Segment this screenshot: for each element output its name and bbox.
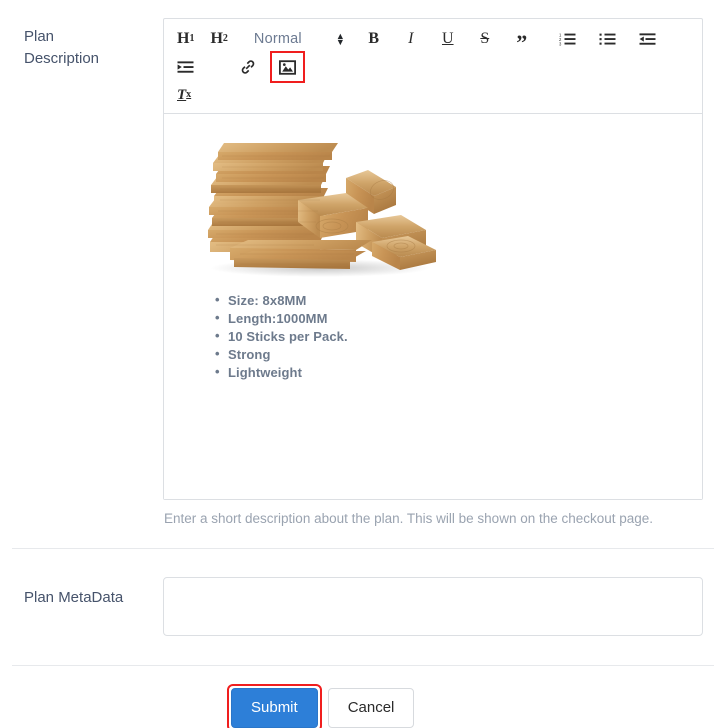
section-divider-2	[12, 665, 714, 666]
chevron-updown-icon: ▲ ▼	[335, 31, 345, 47]
svg-text:3: 3	[559, 41, 562, 46]
heading1-button[interactable]: H1	[171, 26, 200, 52]
clear-formatting-sub: x	[186, 89, 192, 100]
toolbar-spacer-a	[389, 26, 396, 52]
bullet-list-button[interactable]	[593, 26, 622, 52]
toolbar-separator-1	[345, 26, 359, 52]
list-item: Strong	[215, 345, 688, 364]
plan-description-label-line1: Plan	[24, 28, 55, 45]
editor-toolbar: H1 H2 Normal ▲ ▼ B I U S ” 1 2 3 T x	[164, 19, 702, 114]
heading2-sub: 2	[222, 33, 228, 44]
link-icon	[240, 59, 256, 75]
plan-metadata-row: Plan MetaData	[0, 549, 726, 641]
toolbar-spacer-h	[264, 54, 271, 80]
plan-metadata-label: Plan MetaData	[24, 589, 124, 606]
format-picker[interactable]: Normal ▲ ▼	[254, 31, 345, 47]
submit-button-highlight: Submit	[227, 684, 322, 728]
list-item: Length:1000MM	[215, 309, 688, 328]
submit-button[interactable]: Submit	[231, 688, 318, 728]
clear-formatting-label: T	[177, 86, 187, 103]
plan-metadata-field	[163, 577, 703, 641]
format-picker-value: Normal	[253, 31, 302, 47]
ordered-list-button[interactable]: 1 2 3	[553, 26, 582, 52]
toolbar-separator-3	[202, 54, 232, 80]
plan-metadata-textarea[interactable]	[163, 577, 703, 636]
plan-description-label-line2: Description	[24, 50, 100, 67]
clear-formatting-button[interactable]: Tx	[171, 82, 197, 108]
strikethrough-button[interactable]: S	[472, 26, 498, 52]
cancel-button[interactable]: Cancel	[327, 688, 415, 728]
heading2-button[interactable]: H2	[204, 26, 233, 52]
plan-description-label: Plan Description	[0, 18, 163, 528]
plan-description-help-text: Enter a short description about the plan…	[164, 511, 654, 526]
bullet-list-icon	[599, 32, 616, 46]
heading1-label: H	[177, 30, 190, 47]
blockquote-button[interactable]: ”	[509, 26, 535, 53]
underline-button[interactable]: U	[435, 26, 461, 52]
editor-content-area[interactable]: Size: 8x8MM Length:1000MM 10 Sticks per …	[164, 114, 702, 499]
toolbar-spacer-c	[463, 26, 470, 52]
toolbar-spacer-e	[584, 26, 591, 52]
list-item: Lightweight	[215, 363, 688, 382]
plan-description-field: H1 H2 Normal ▲ ▼ B I U S ” 1 2 3 T x • S…	[163, 18, 703, 528]
indent-icon	[177, 60, 194, 74]
form-actions: Submit Cancel	[0, 684, 726, 728]
outdent-button[interactable]	[633, 26, 662, 52]
toolbar-spacer-b	[426, 26, 433, 52]
plan-description-row: Plan Description H1 H2 Normal ▲ ▼ B I U …	[0, 0, 726, 528]
toolbar-spacer-f	[624, 26, 631, 52]
indent-button[interactable]	[171, 54, 200, 80]
image-icon	[279, 59, 296, 75]
outdent-icon	[639, 32, 656, 46]
bold-button[interactable]: B	[361, 26, 387, 52]
rich-text-editor: H1 H2 Normal ▲ ▼ B I U S ” 1 2 3 T x • S…	[163, 18, 703, 500]
spec-list: Size: 8x8MM Length:1000MM 10 Sticks per …	[178, 291, 688, 382]
heading2-label: H	[210, 30, 223, 47]
wood-planks-image[interactable]	[196, 130, 448, 278]
italic-button[interactable]: I	[398, 26, 424, 52]
ordered-list-icon: 1 2 3	[559, 32, 576, 46]
insert-image-button[interactable]	[270, 51, 305, 83]
toolbar-spacer-d	[500, 26, 507, 52]
list-item: Size: 8x8MM	[215, 291, 688, 310]
toolbar-separator-2	[537, 26, 551, 52]
link-button[interactable]	[234, 54, 262, 80]
heading1-sub: 1	[189, 33, 195, 44]
list-item: 10 Sticks per Pack.	[215, 327, 688, 346]
toolbar-spacer-g	[664, 26, 671, 52]
